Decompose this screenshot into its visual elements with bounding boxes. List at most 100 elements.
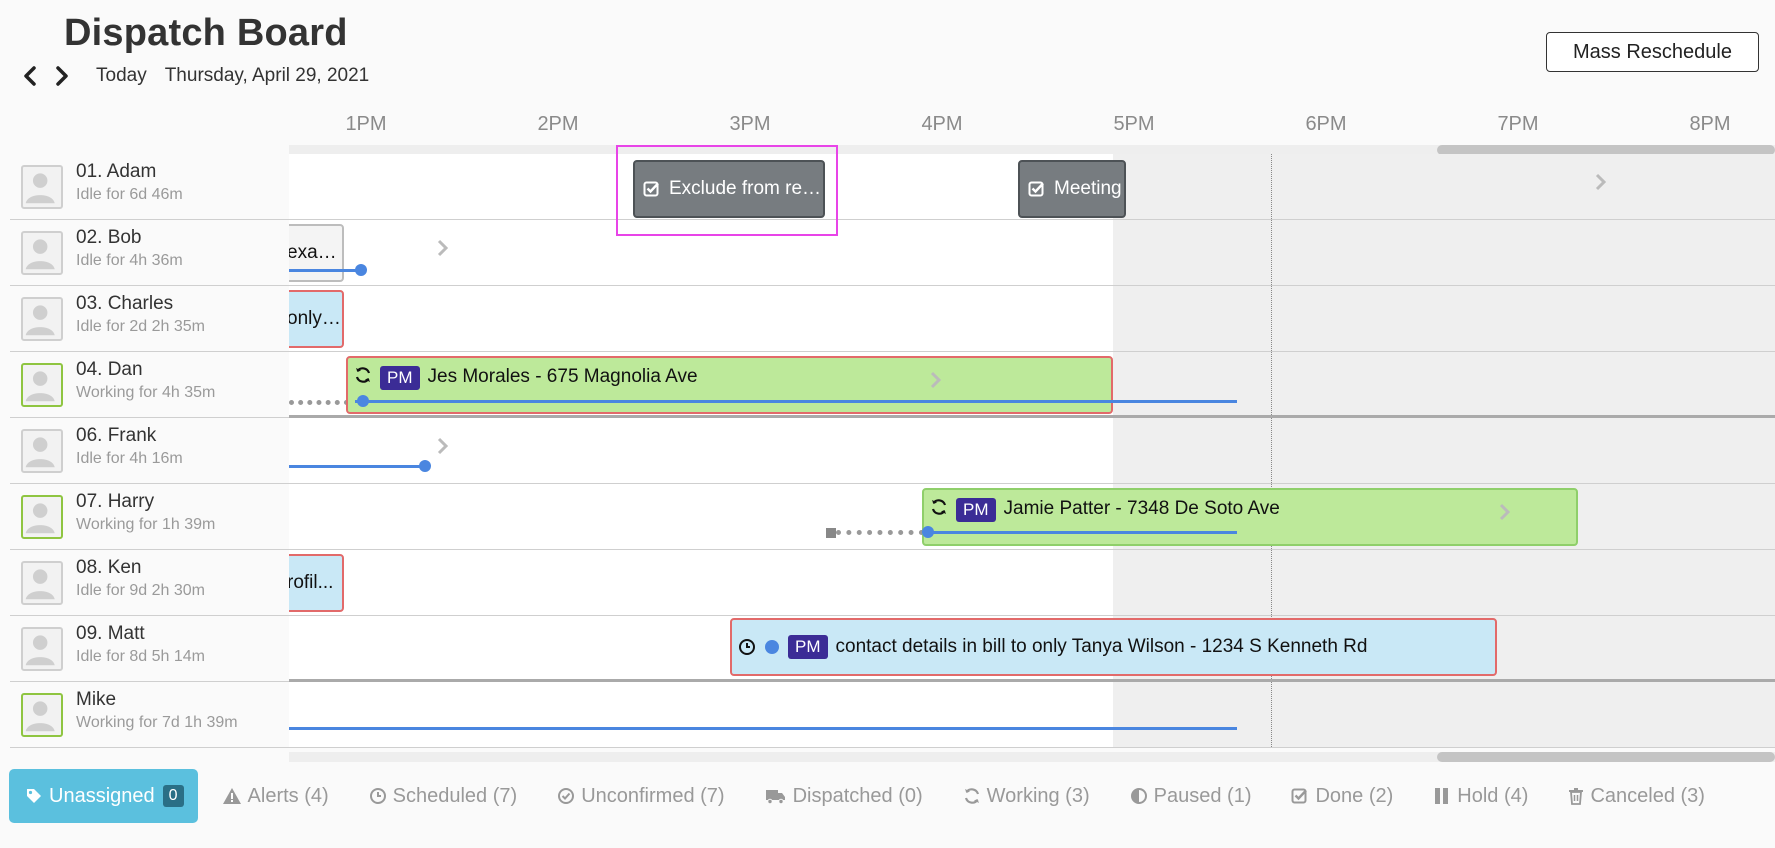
- next-day-button[interactable]: [46, 62, 78, 90]
- tab-canceled[interactable]: Canceled (3): [1568, 785, 1705, 808]
- job-jes-morales[interactable]: PM Jes Morales - 675 Magnolia Ave: [346, 356, 1113, 414]
- resource-name: Mike: [76, 689, 117, 710]
- current-time-line: [1271, 154, 1272, 219]
- date-navigation: Today Thursday, April 29, 2021: [14, 62, 369, 90]
- resource-row-frank[interactable]: 06. Frank Idle for 4h 16m: [10, 418, 289, 484]
- job-label: rofil...: [289, 572, 334, 593]
- tab-label: Dispatched (0): [792, 784, 923, 807]
- chevron-right-icon: [56, 66, 68, 86]
- resource-row-mike[interactable]: Mike Working for 7d 1h 39m: [10, 682, 289, 748]
- resource-name: 09. Matt: [76, 623, 145, 644]
- tab-hold[interactable]: Hold (4): [1433, 785, 1528, 808]
- resource-status: Idle for 2d 2h 35m: [76, 318, 205, 335]
- chevron-right-icon[interactable]: [435, 436, 451, 456]
- tab-label: Hold (4): [1457, 784, 1529, 807]
- avatar: [21, 165, 63, 209]
- after-hours-region: [1113, 550, 1775, 615]
- tab-label: Alerts (4): [247, 784, 329, 807]
- trash-icon: [1569, 788, 1584, 805]
- truck-icon: [765, 790, 785, 805]
- avatar: [21, 495, 63, 539]
- refresh-icon: [930, 498, 948, 516]
- current-date: Thursday, April 29, 2021: [164, 65, 370, 86]
- timeline-lane-adam[interactable]: Exclude from repo Meeting: [289, 154, 1775, 220]
- tag-icon: [27, 789, 41, 803]
- resource-row-harry[interactable]: 07. Harry Working for 1h 39m: [10, 484, 289, 550]
- avatar: [21, 693, 63, 737]
- avatar: [21, 231, 63, 275]
- resource-name: 07. Harry: [76, 491, 155, 512]
- resource-name: 03. Charles: [76, 293, 174, 314]
- job-label: Jamie Patter - 7348 De Soto Ave: [1003, 498, 1280, 519]
- resource-status: Idle for 4h 36m: [76, 252, 183, 269]
- after-hours-region: [1113, 418, 1775, 483]
- timeline-lane-dan[interactable]: PM Jes Morales - 675 Magnolia Ave: [289, 352, 1775, 418]
- resource-row-bob[interactable]: 02. Bob Idle for 4h 36m: [10, 220, 289, 286]
- tab-paused[interactable]: Paused (1): [1130, 785, 1251, 808]
- job-tanya-wilson[interactable]: PM contact details in bill to only Tanya…: [730, 618, 1497, 676]
- tab-done[interactable]: Done (2): [1291, 785, 1393, 808]
- pm-badge: PM: [380, 366, 420, 390]
- hour-label: 5PM: [1113, 113, 1155, 135]
- after-hours-region: [1113, 352, 1775, 415]
- travel-line: [289, 400, 349, 405]
- event-meeting[interactable]: Meeting: [1018, 160, 1126, 218]
- resource-status: Working for 1h 39m: [76, 516, 216, 533]
- timeline-lane-ken[interactable]: rofil...: [289, 550, 1775, 616]
- resource-row-matt[interactable]: 09. Matt Idle for 8d 5h 14m: [10, 616, 289, 682]
- refresh-icon: [354, 366, 372, 384]
- after-hours-region: [1113, 154, 1775, 219]
- chevron-right-icon[interactable]: [928, 370, 944, 390]
- event-exclude-from-report[interactable]: Exclude from repo: [633, 160, 825, 218]
- job-label: Exclude from repo: [669, 178, 823, 199]
- job-charles[interactable]: only ...: [289, 290, 344, 348]
- tab-working[interactable]: Working (3): [963, 785, 1090, 808]
- pm-badge: PM: [788, 635, 828, 659]
- timeline-lane-harry[interactable]: PM Jamie Patter - 7348 De Soto Ave: [289, 484, 1775, 550]
- job-jamie-patter[interactable]: PM Jamie Patter - 7348 De Soto Ave: [922, 488, 1578, 546]
- job-label: Jes Morales - 675 Magnolia Ave: [427, 366, 698, 387]
- hour-label: 6PM: [1305, 113, 1347, 135]
- timeline-lane-matt[interactable]: PM contact details in bill to only Tanya…: [289, 616, 1775, 682]
- today-button[interactable]: Today: [96, 65, 147, 87]
- route-end-dot: [419, 460, 431, 472]
- mass-reschedule-button[interactable]: Mass Reschedule: [1546, 32, 1759, 72]
- page-title: Dispatch Board: [64, 12, 348, 54]
- travel-start-marker: [826, 528, 836, 538]
- hour-label: 1PM: [345, 113, 387, 135]
- job-ken[interactable]: rofil...: [289, 554, 344, 612]
- avatar: [21, 561, 63, 605]
- timeline-lane-mike[interactable]: [289, 682, 1775, 748]
- current-time-line: [1271, 352, 1272, 415]
- job-bob[interactable]: exan...: [289, 224, 344, 282]
- chevron-right-icon[interactable]: [1497, 502, 1513, 522]
- job-label: contact details in bill to only Tanya Wi…: [835, 636, 1368, 657]
- resource-row-dan[interactable]: 04. Dan Working for 4h 35m: [10, 352, 289, 418]
- status-tabs: Unassigned 0 Alerts (4) Scheduled (7) Un…: [9, 769, 1705, 823]
- tab-unassigned[interactable]: Unassigned 0: [9, 769, 198, 823]
- resource-row-charles[interactable]: 03. Charles Idle for 2d 2h 35m: [10, 286, 289, 352]
- resource-row-ken[interactable]: 08. Ken Idle for 9d 2h 30m: [10, 550, 289, 616]
- job-label: only ...: [289, 308, 342, 329]
- scrollbar-thumb[interactable]: [1437, 752, 1775, 762]
- avatar: [21, 429, 63, 473]
- resource-status: Working for 4h 35m: [76, 384, 216, 401]
- refresh-icon: [964, 788, 979, 804]
- chevron-right-icon[interactable]: [435, 238, 451, 258]
- previous-day-button[interactable]: [14, 62, 46, 90]
- tab-dispatched[interactable]: Dispatched (0): [765, 785, 923, 808]
- checkbox-icon: [1291, 788, 1308, 804]
- timeline-lane-frank[interactable]: [289, 418, 1775, 484]
- timeline-lane-charles[interactable]: only ...: [289, 286, 1775, 352]
- tab-alerts[interactable]: Alerts (4): [222, 785, 329, 808]
- tab-label: Done (2): [1315, 784, 1394, 807]
- current-time-line: [1271, 550, 1272, 615]
- chevron-right-icon[interactable]: [1593, 172, 1609, 192]
- checkbox-icon: [1028, 180, 1046, 198]
- tab-scheduled[interactable]: Scheduled (7): [369, 785, 517, 808]
- resource-row-adam[interactable]: 01. Adam Idle for 6d 46m: [10, 154, 289, 220]
- tab-unconfirmed[interactable]: Unconfirmed (7): [557, 785, 725, 808]
- timeline-lane-bob[interactable]: exan...: [289, 220, 1775, 286]
- avatar: [21, 297, 63, 341]
- avatar: [21, 363, 63, 407]
